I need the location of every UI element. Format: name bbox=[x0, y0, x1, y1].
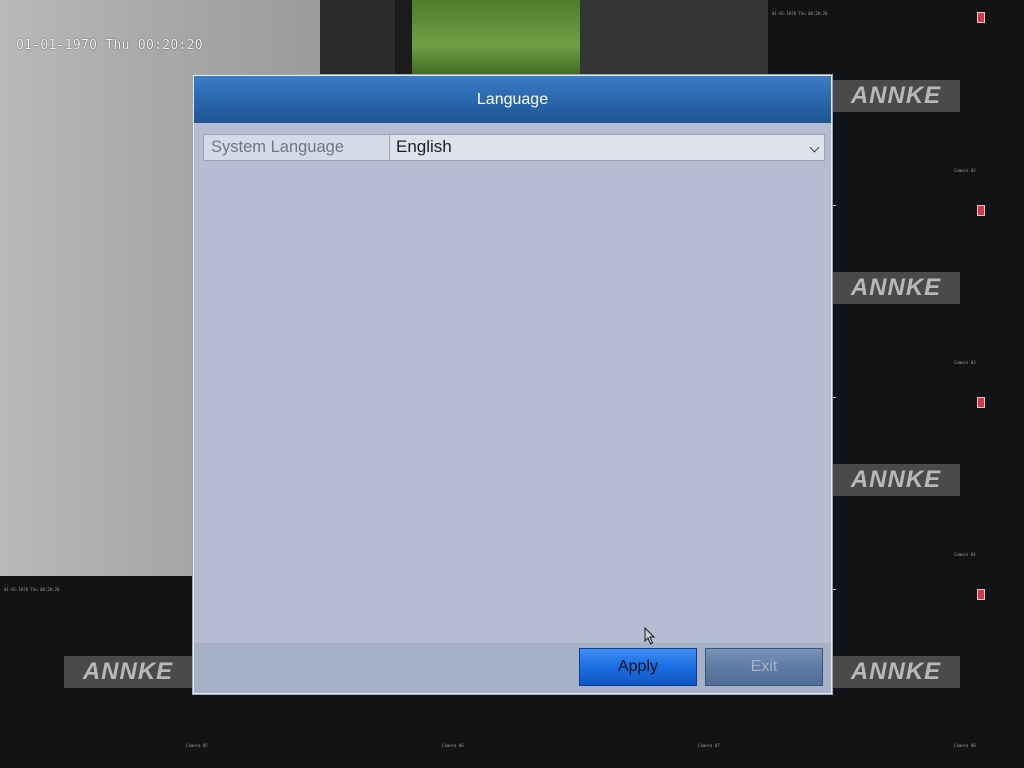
camera-name-label: Camera 08 bbox=[954, 743, 976, 748]
record-indicator-icon bbox=[977, 12, 985, 23]
language-dialog: Language System Language English Apply E… bbox=[193, 75, 832, 694]
scene-window-view bbox=[412, 0, 582, 75]
channel-logo: ANNKE bbox=[64, 656, 192, 688]
camera-name-label: Camera 05 bbox=[186, 743, 208, 748]
camera-name-label: Camera 03 bbox=[954, 360, 976, 365]
dialog-footer: Apply Exit bbox=[194, 643, 831, 693]
system-language-label: System Language bbox=[204, 135, 390, 160]
osd-timestamp: 01-01-1970 Thu 00:20:20 bbox=[16, 38, 203, 53]
camera-name-label: Camera 04 bbox=[954, 552, 976, 557]
apply-button[interactable]: Apply bbox=[579, 648, 697, 686]
mouse-cursor-icon bbox=[644, 627, 656, 645]
channel-logo: ANNKE bbox=[832, 464, 960, 496]
channel-logo: ANNKE bbox=[832, 656, 960, 688]
dialog-title: Language bbox=[476, 90, 549, 108]
record-indicator-icon bbox=[977, 397, 985, 408]
channel-osd-text: 01-01-1970 Thu 00:20:20 bbox=[772, 11, 828, 16]
camera-name-label: Camera 06 bbox=[442, 743, 464, 748]
record-indicator-icon bbox=[977, 205, 985, 216]
chevron-down-icon[interactable] bbox=[809, 142, 820, 153]
camera-name-label: Camera 02 bbox=[954, 168, 976, 173]
system-language-select[interactable]: English bbox=[391, 135, 824, 160]
camera-name-label: Camera 07 bbox=[698, 743, 720, 748]
exit-button[interactable]: Exit bbox=[705, 648, 823, 686]
system-language-row: System Language English bbox=[203, 134, 825, 161]
channel-osd-text: 01-01-1970 Thu 00:20:20 bbox=[4, 587, 60, 592]
system-language-value: English bbox=[396, 137, 452, 156]
channel-logo: ANNKE bbox=[832, 272, 960, 304]
channel-logo: ANNKE bbox=[832, 80, 960, 112]
dialog-title-bar[interactable]: Language bbox=[194, 76, 831, 123]
record-indicator-icon bbox=[977, 589, 985, 600]
scene-ceiling-beam bbox=[580, 0, 768, 75]
